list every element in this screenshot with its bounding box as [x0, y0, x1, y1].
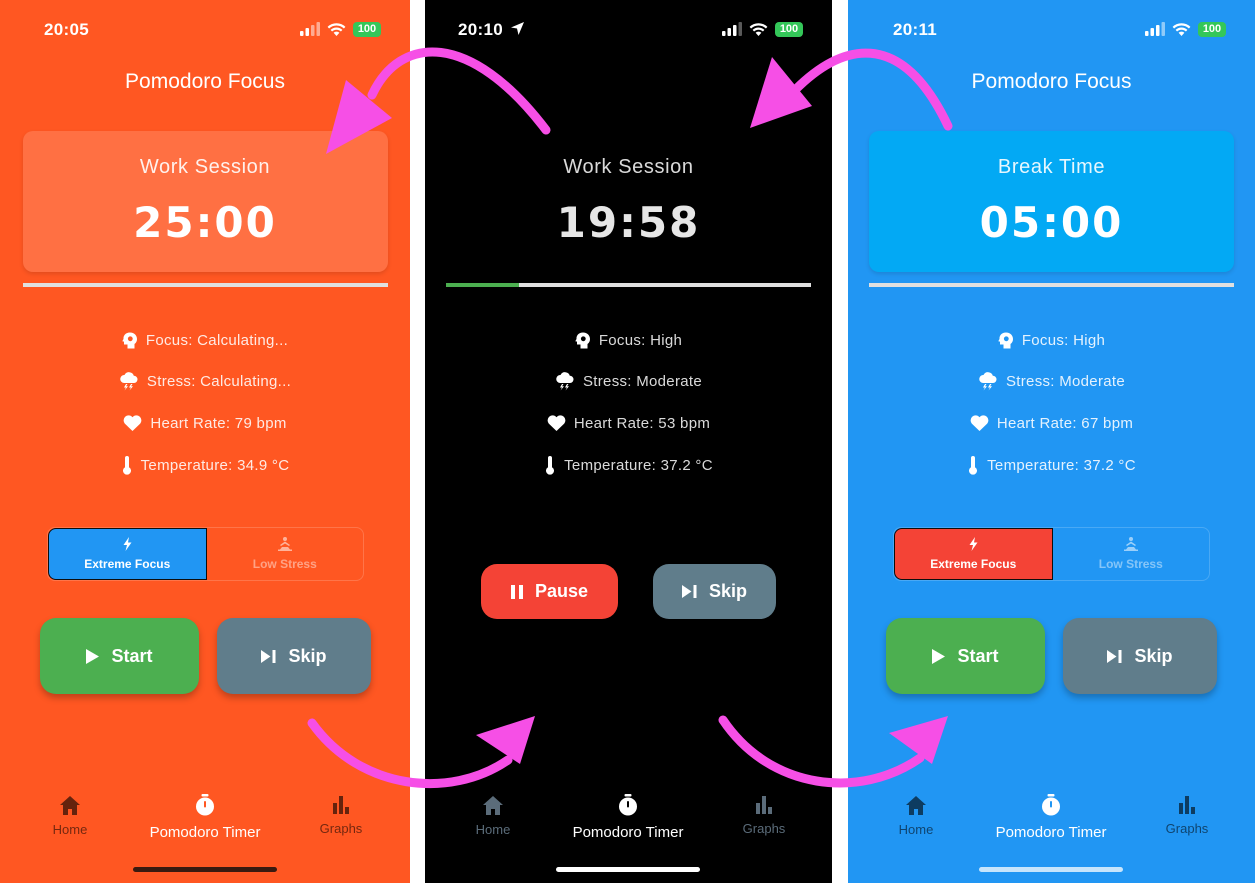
arrowhead-2 — [750, 57, 812, 128]
arrow-black-to-blue — [718, 715, 925, 788]
arrow-blue-to-black — [790, 48, 953, 131]
arrowhead-1 — [326, 80, 392, 154]
annotation-arrows — [307, 47, 953, 789]
arrow-black-to-orange — [367, 47, 551, 135]
arrow-orange-to-black — [307, 718, 513, 789]
